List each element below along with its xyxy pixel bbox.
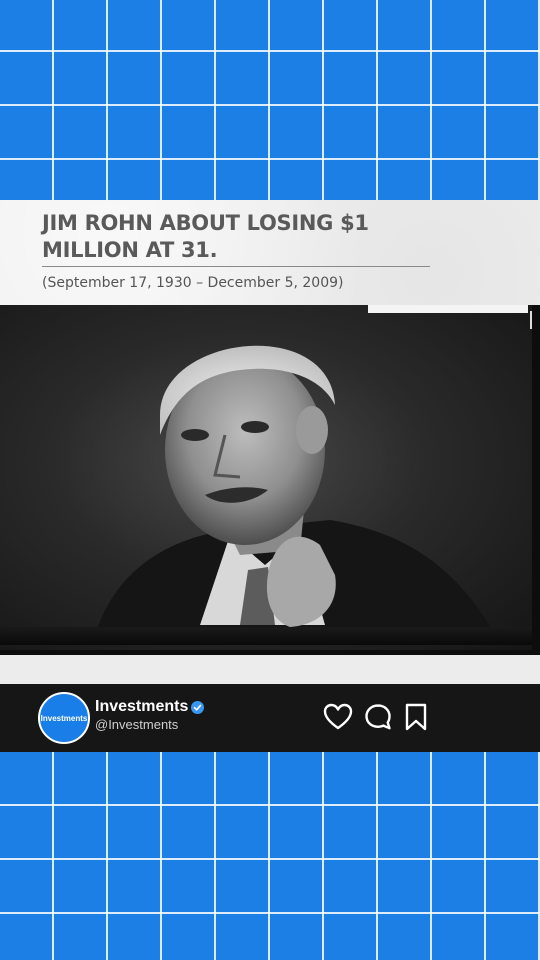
video-overlay-bar — [368, 305, 528, 313]
post-headline: JIM ROHN ABOUT LOSING $1 MILLION AT 31. — [42, 211, 369, 262]
blue-grid-background-top — [0, 0, 540, 200]
video-frame — [0, 305, 532, 650]
verified-badge-icon — [191, 701, 204, 714]
avatar[interactable]: Investments — [38, 692, 90, 744]
title-card: JIM ROHN ABOUT LOSING $1 MILLION AT 31. … — [0, 200, 540, 305]
account-handle[interactable]: @Investments — [95, 717, 178, 732]
video-player[interactable] — [0, 305, 540, 655]
account-name[interactable]: Investments — [95, 698, 188, 716]
speaker-image — [95, 345, 495, 635]
video-scrollbar[interactable] — [530, 311, 532, 329]
profile-bar: Investments Investments @Investments — [0, 684, 540, 752]
bookmark-icon[interactable] — [400, 701, 432, 733]
post-dates: (September 17, 1930 – December 5, 2009) — [42, 275, 344, 291]
desk-edge — [0, 627, 532, 645]
heart-icon[interactable] — [322, 701, 354, 733]
divider — [42, 266, 430, 267]
caption-strip — [0, 655, 540, 684]
blue-grid-background-bottom — [0, 752, 540, 960]
comment-icon[interactable] — [362, 701, 394, 733]
